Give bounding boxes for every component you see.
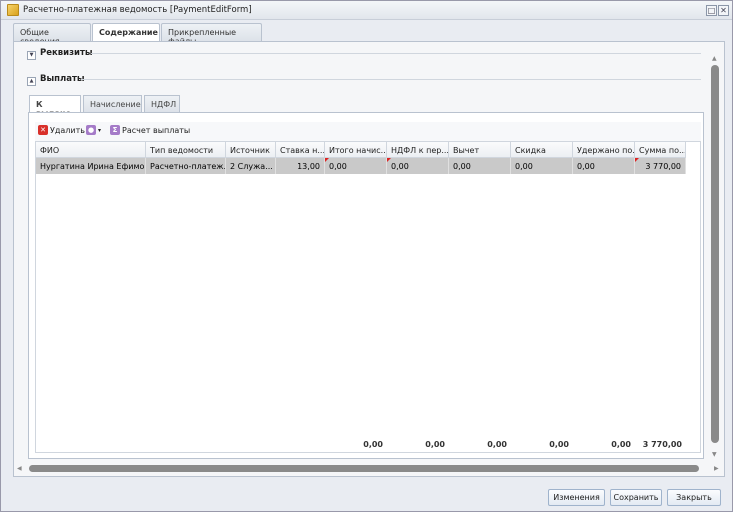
calc-label: Расчет выплаты <box>122 125 191 135</box>
delete-button[interactable]: ✕ Удалить <box>38 125 85 135</box>
gear-icon: ● <box>86 125 96 135</box>
subtab-to-pay[interactable]: К выдаче <box>29 95 81 118</box>
sigma-icon: Σ <box>110 125 120 135</box>
column-header[interactable]: Вычет <box>449 142 511 157</box>
collapse-icon[interactable]: ▲ <box>27 77 36 86</box>
column-header[interactable]: Удержано по... <box>573 142 635 157</box>
column-header[interactable]: НДФЛ к пер... <box>387 142 449 157</box>
scroll-right-icon[interactable]: ▶ <box>714 465 719 472</box>
grid-toolbar: ✕ Удалить ● ▾ Σ Расчет выплаты <box>35 122 701 141</box>
scroll-thumb[interactable] <box>29 465 699 472</box>
cell-total-accrued[interactable]: 0,00 <box>325 158 387 174</box>
grid-totals: 0,00 0,00 0,00 0,00 0,00 3 770,00 <box>36 438 686 452</box>
payment-edit-window: Расчетно-платежная ведомость [PaymentEdi… <box>0 0 733 512</box>
payments-grid: ФИО Тип ведомости Источник Ставка н... И… <box>35 141 701 453</box>
delete-label: Удалить <box>50 125 85 135</box>
grid-header: ФИО Тип ведомости Источник Ставка н... И… <box>36 142 686 158</box>
tab-content[interactable]: Содержание <box>92 23 160 42</box>
tab-general[interactable]: Общие сведения <box>13 23 91 46</box>
window-title: Расчетно-платежная ведомость [PaymentEdi… <box>23 5 252 15</box>
chevron-down-icon: ▾ <box>98 126 102 134</box>
column-header[interactable]: ФИО <box>36 142 146 157</box>
total-accrued: 0,00 <box>363 440 383 449</box>
delete-icon: ✕ <box>38 125 48 135</box>
maximize-icon[interactable]: □ <box>706 5 717 16</box>
cell-withheld[interactable]: 0,00 <box>573 158 635 174</box>
column-header[interactable]: Ставка н... <box>276 142 325 157</box>
tab-attachments[interactable]: Прикрепленные файлы <box>161 23 262 46</box>
total-deduction: 0,00 <box>487 440 507 449</box>
subtab-ndfl[interactable]: НДФЛ <box>144 95 180 112</box>
expand-icon[interactable]: ▼ <box>27 51 36 60</box>
cell-source[interactable]: 2 Служа... <box>226 158 276 174</box>
table-row[interactable]: Нургатина Ирина Ефимов... Расчетно-плате… <box>36 158 686 174</box>
horizontal-scrollbar[interactable]: ◀ ▶ <box>17 464 721 474</box>
total-ndfl: 0,00 <box>425 440 445 449</box>
calc-payment-button[interactable]: Σ Расчет выплаты <box>110 125 190 135</box>
divider <box>91 53 701 54</box>
cell-rate[interactable]: 13,00 <box>276 158 325 174</box>
changes-button[interactable]: Изменения <box>548 489 605 506</box>
cell-fio[interactable]: Нургатина Ирина Ефимов... <box>36 158 146 174</box>
vertical-scrollbar[interactable]: ▲ ▼ <box>709 55 721 461</box>
options-dropdown-button[interactable]: ● ▾ <box>86 125 101 135</box>
payments-label: Выплаты <box>40 74 85 84</box>
cell-sum[interactable]: 3 770,00 <box>635 158 686 174</box>
scroll-up-icon[interactable]: ▲ <box>712 55 717 62</box>
column-header[interactable]: Источник <box>226 142 276 157</box>
total-sum: 3 770,00 <box>642 440 682 449</box>
column-header[interactable]: Итого начис... <box>325 142 387 157</box>
cell-type[interactable]: Расчетно-платеж... <box>146 158 226 174</box>
title-bar: Расчетно-платежная ведомость [PaymentEdi… <box>1 1 732 20</box>
requisites-label: Реквизиты <box>40 48 93 58</box>
close-button[interactable]: Закрыть <box>667 489 721 506</box>
column-header[interactable]: Скидка <box>511 142 573 157</box>
total-withheld: 0,00 <box>611 440 631 449</box>
subtab-accrual[interactable]: Начисление <box>83 95 142 112</box>
total-discount: 0,00 <box>549 440 569 449</box>
cell-ndfl[interactable]: 0,00 <box>387 158 449 174</box>
payments-section[interactable]: ▲ Выплаты <box>27 74 85 86</box>
cell-deduction[interactable]: 0,00 <box>449 158 511 174</box>
scroll-thumb[interactable] <box>711 65 719 443</box>
scroll-left-icon[interactable]: ◀ <box>17 465 22 472</box>
edit-form-icon <box>7 4 19 16</box>
column-header[interactable]: Тип ведомости <box>146 142 226 157</box>
scroll-down-icon[interactable]: ▼ <box>712 451 717 458</box>
divider <box>81 79 701 80</box>
requisites-section[interactable]: ▼ Реквизиты <box>27 48 93 60</box>
save-button[interactable]: Сохранить <box>610 489 662 506</box>
cell-discount[interactable]: 0,00 <box>511 158 573 174</box>
close-icon[interactable]: ✕ <box>718 5 729 16</box>
column-header[interactable]: Сумма по... <box>635 142 686 157</box>
